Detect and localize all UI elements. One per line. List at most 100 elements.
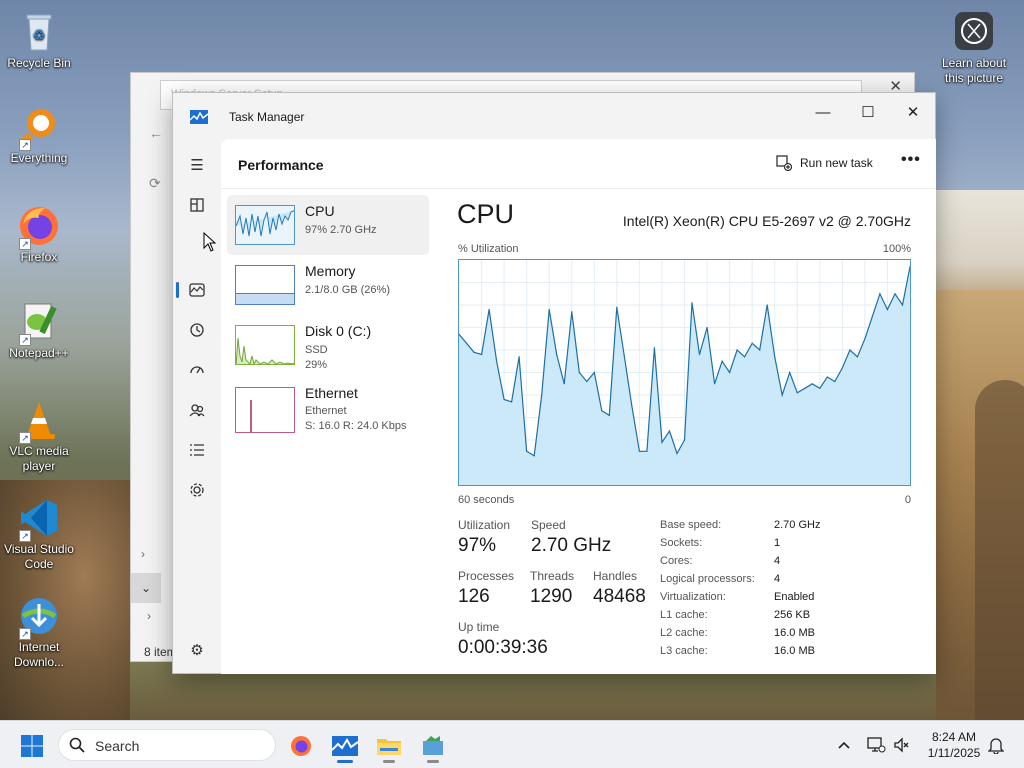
cpu-data-point (804, 387, 806, 389)
cpu-data-point (495, 360, 498, 362)
resource-item-ethernet[interactable]: Ethernet Ethernet S: 16.0 R: 24.0 Kbps (227, 381, 429, 441)
spec-value: 16.0 MB (774, 645, 815, 657)
cpu-data-point (586, 380, 588, 383)
cpu-data-point (488, 308, 490, 311)
cpu-data-point (578, 371, 580, 374)
volume-muted-icon[interactable] (893, 721, 911, 768)
y-axis-label: % Utilization (458, 243, 519, 255)
chevron-down-icon[interactable]: ⌄ (131, 573, 161, 603)
cpu-data-point (751, 342, 753, 344)
spec-value: 4 (774, 573, 781, 585)
running-app-indicator (427, 760, 439, 763)
taskbar-setup-app[interactable] (415, 729, 451, 763)
chevron-right-icon[interactable]: › (147, 609, 151, 623)
more-options-button[interactable]: ••• (901, 151, 921, 169)
page-header: Performance Run new task ••• (221, 139, 936, 189)
spec-value: 256 KB (774, 609, 811, 621)
run-new-task-button[interactable]: Run new task (776, 155, 873, 171)
system-clock[interactable]: 8:24 AM 1/11/2025 (916, 729, 992, 761)
minimize-button[interactable]: — (800, 99, 846, 129)
app-history-icon[interactable] (182, 315, 212, 345)
cpu-data-point (653, 347, 656, 349)
network-icon[interactable] (866, 721, 886, 768)
cpu-data-point (759, 349, 761, 351)
task-manager-window[interactable]: Task Manager — ☐ ✕ ☰ ⚙ Performance Run n… (172, 92, 936, 674)
task-manager-icon (190, 110, 208, 124)
resource-item-disk[interactable]: Disk 0 (C:) SSD 29% (227, 315, 429, 375)
cpu-data-point (894, 293, 896, 295)
cpu-data-point (691, 302, 693, 304)
spec-value: 2.70 GHz (774, 519, 821, 531)
vscode-icon: ↗ (17, 496, 61, 542)
cpu-data-point (571, 311, 573, 313)
desktop-icon-vscode[interactable]: ↗ Visual Studio Code (1, 496, 77, 572)
desktop-icon-firefox[interactable]: ↗ Firefox (1, 204, 77, 265)
resource-name: CPU (305, 203, 335, 219)
close-button[interactable]: ✕ (890, 99, 936, 129)
startup-apps-icon[interactable] (182, 355, 212, 385)
users-icon[interactable] (182, 395, 212, 425)
cpu-data-point (826, 376, 828, 378)
notification-bell-icon[interactable] (988, 721, 1004, 768)
cpu-utilization-chart (458, 259, 911, 486)
handles-value: 48468 (593, 586, 646, 607)
cpu-data-point (729, 371, 731, 374)
cpu-data-point (834, 380, 836, 383)
cpu-data-point (774, 356, 776, 358)
search-placeholder: Search (95, 738, 140, 754)
show-hidden-icons-chevron-icon[interactable] (837, 721, 851, 768)
y-axis-max: 100% (882, 243, 911, 255)
cpu-data-point (616, 306, 618, 308)
cpu-data-point (819, 387, 821, 389)
windows-start-icon[interactable] (20, 734, 44, 758)
taskbar-task-manager[interactable] (327, 729, 363, 763)
spec-key: L3 cache: (660, 645, 708, 657)
performance-icon[interactable] (182, 275, 212, 305)
desktop-icon-notepadpp[interactable]: ↗ Notepad++ (1, 300, 77, 361)
run-task-icon (776, 155, 792, 171)
x-axis-left-label: 60 seconds (458, 494, 515, 506)
active-app-indicator (337, 760, 353, 763)
back-arrow-icon[interactable]: ← (149, 125, 163, 141)
taskbar-search-box[interactable]: Search (58, 729, 276, 761)
camera-lens-icon (952, 10, 996, 54)
processes-icon[interactable] (182, 190, 212, 220)
resource-name: Ethernet (305, 385, 358, 401)
chevron-right-icon[interactable]: › (141, 547, 145, 561)
processes-label: Processes (458, 569, 515, 583)
refresh-icon[interactable]: ⟳ (149, 175, 161, 192)
desktop-icon-everything[interactable]: ↗ Everything (1, 105, 77, 166)
utilization-value: 97% (458, 535, 497, 556)
maximize-button[interactable]: ☐ (845, 99, 891, 129)
resource-summary: S: 16.0 R: 24.0 Kbps (305, 420, 407, 432)
desktop-icon-idm[interactable]: ↗ Internet Downlo... (1, 594, 77, 670)
setup-app-icon (423, 736, 443, 755)
notepadpp-icon: ↗ (17, 300, 61, 346)
background-arch (975, 380, 1024, 720)
cpu-data-point (901, 304, 904, 306)
cpu-detail-panel: CPU Intel(R) Xeon(R) CPU E5-2697 v2 @ 2.… (451, 199, 921, 669)
hamburger-menu-icon[interactable]: ☰ (182, 150, 212, 180)
resource-item-cpu[interactable]: CPU 97% 2.70 GHz (227, 195, 429, 255)
cpu-data-point (789, 371, 791, 374)
desktop-icon-vlc[interactable]: ↗ VLC media player (1, 398, 77, 474)
window-title: Task Manager (229, 110, 305, 124)
clock-time: 8:24 AM (931, 730, 977, 744)
cpu-data-point (548, 308, 550, 311)
cpu-data-point (796, 392, 798, 394)
services-icon[interactable] (182, 475, 212, 505)
spec-key: Sockets: (660, 537, 703, 549)
uptime-label: Up time (458, 620, 500, 634)
taskbar-firefox[interactable] (283, 729, 319, 763)
cpu-data-point (623, 356, 625, 358)
details-list-icon[interactable] (182, 435, 212, 465)
resource-item-memory[interactable]: Memory 2.1/8.0 GB (26%) (227, 255, 429, 315)
cpu-data-point (480, 353, 483, 356)
title-bar[interactable]: Task Manager — ☐ ✕ (173, 93, 935, 139)
taskbar-file-explorer[interactable] (371, 729, 407, 763)
settings-gear-icon[interactable]: ⚙ (182, 635, 212, 665)
desktop-icon-learn-about-picture[interactable]: Learn about this picture (936, 10, 1012, 86)
desktop-icon-recycle-bin[interactable]: ♻ Recycle Bin (1, 10, 77, 71)
mouse-cursor-icon (203, 232, 217, 252)
disk-thumbnail-graph (235, 325, 295, 365)
